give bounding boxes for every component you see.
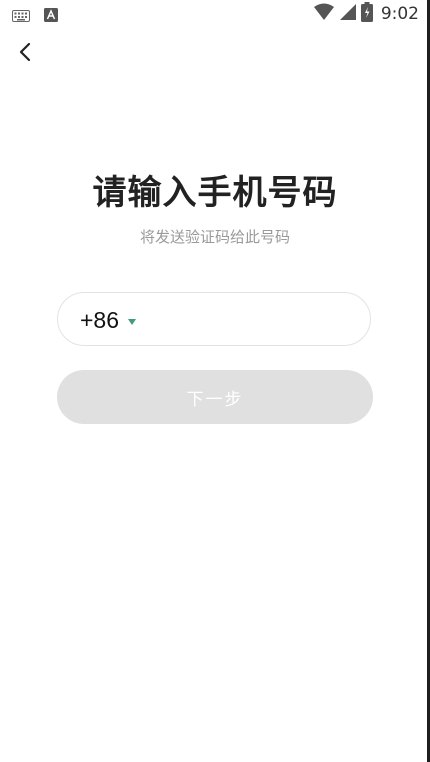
caret-down-icon bbox=[127, 311, 137, 330]
status-bar-time: 9:02 bbox=[380, 4, 419, 24]
status-bar-right: 9:02 bbox=[313, 2, 419, 26]
keyboard-icon bbox=[12, 7, 30, 26]
page-subtitle: 将发送验证码给此号码 bbox=[139, 228, 290, 246]
country-code-selector[interactable]: +86 bbox=[80, 293, 137, 347]
country-code-label: +86 bbox=[80, 306, 120, 333]
chevron-left-icon bbox=[18, 42, 32, 66]
page-title: 请输入手机号码 bbox=[92, 173, 338, 213]
a-box-icon bbox=[44, 7, 58, 26]
status-bar: 9:02 bbox=[0, 0, 427, 28]
phone-input-container: +86 bbox=[57, 292, 371, 346]
wifi-icon bbox=[313, 3, 335, 25]
login-screen: 9:02 请输入手机号码 将发送验证码给此号码 +86 下一步 bbox=[0, 0, 430, 762]
signal-icon bbox=[339, 3, 357, 25]
battery-icon bbox=[360, 2, 373, 26]
back-button[interactable] bbox=[8, 38, 42, 70]
next-step-button[interactable]: 下一步 bbox=[57, 370, 373, 424]
status-bar-left bbox=[12, 7, 58, 26]
phone-number-input[interactable] bbox=[150, 299, 350, 339]
